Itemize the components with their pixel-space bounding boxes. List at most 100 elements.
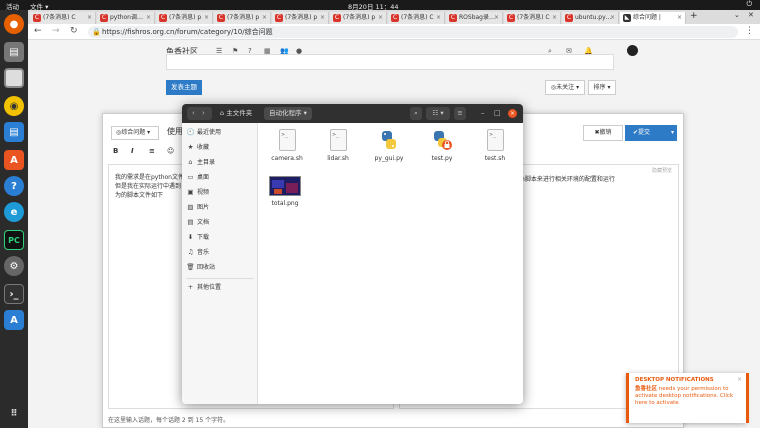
sidebar-item-downloads[interactable]: ⬇ 下载 — [186, 231, 209, 243]
file-item[interactable]: >_ lidar.sh — [313, 129, 363, 162]
close-tab-icon[interactable]: × — [436, 12, 441, 24]
app-window-icon[interactable] — [4, 68, 24, 88]
sidebar-item-other-locations[interactable]: + 其他位置 — [186, 281, 221, 293]
edge-icon[interactable]: e — [4, 202, 24, 222]
software-icon[interactable]: A — [4, 150, 24, 170]
lock-icon[interactable]: 🔒 — [92, 26, 101, 38]
power-icon[interactable]: ⏻ — [746, 0, 752, 9]
browser-tab[interactable]: Cpython调… × — [97, 12, 155, 24]
terminal-icon[interactable]: ›_ — [4, 284, 24, 304]
notification-title: DESKTOP NOTIFICATIONS — [635, 377, 714, 383]
window-close-icon[interactable]: ✕ — [748, 11, 754, 19]
address-bar[interactable]: 🔒 https://fishros.org.cn/forum/category/… — [88, 26, 738, 38]
help-icon[interactable]: ? — [4, 176, 24, 196]
sidebar-item-desktop[interactable]: ▭ 桌面 — [186, 171, 209, 183]
close-tab-icon[interactable]: × — [378, 12, 383, 24]
new-topic-button[interactable]: 发表主题 — [166, 80, 202, 95]
minimize-icon[interactable]: – — [481, 109, 485, 117]
file-item[interactable]: >_ test.sh — [470, 129, 520, 162]
category-selector[interactable]: ◎综合问题 ▾ — [111, 126, 159, 140]
discard-button[interactable]: ✖撤销 — [583, 125, 623, 141]
close-tab-icon[interactable]: × — [87, 12, 92, 24]
file-item[interactable]: test.py — [417, 129, 467, 162]
watch-button[interactable]: ◎未关注 ▾ — [545, 80, 585, 95]
text-editor-icon[interactable]: A — [4, 310, 24, 330]
close-icon[interactable]: × — [737, 376, 742, 383]
sort-button[interactable]: 排序 ▾ — [588, 80, 616, 95]
dock: ● ▤ ◉ ▤ A ? e PC ⚙ ›_ A ⠿ — [0, 10, 28, 428]
maximize-icon[interactable]: □ — [494, 109, 501, 117]
hide-preview-link[interactable]: 隐藏预览 — [652, 167, 672, 174]
browser-tab[interactable]: C (7条消息) p × — [214, 12, 271, 24]
browser-tab[interactable]: C (7条消息) C × — [388, 12, 445, 24]
python-file-icon — [378, 129, 400, 151]
files-icon[interactable]: ▤ — [4, 42, 24, 62]
path-home-button[interactable]: ⌂ 主文件夹 — [215, 107, 257, 120]
close-tab-icon[interactable]: × — [262, 12, 267, 24]
browser-menu-icon[interactable]: ⋮ — [745, 26, 754, 36]
close-tab-icon[interactable]: × — [320, 12, 325, 24]
sidebar-item-recent[interactable]: 🕘 最近使用 — [186, 126, 221, 138]
file-item[interactable]: total.png — [260, 176, 310, 207]
sidebar-item-starred[interactable]: ★ 收藏 — [186, 141, 209, 153]
close-tab-icon[interactable]: × — [677, 12, 682, 24]
file-name: camera.sh — [271, 155, 303, 162]
view-toggle-icon[interactable]: ☷ ▾ — [426, 107, 450, 120]
close-tab-icon[interactable]: × — [610, 12, 615, 24]
close-tab-icon[interactable]: × — [146, 12, 151, 24]
tab-list-chevron-icon[interactable]: ⌄ — [734, 11, 740, 19]
sidebar-item-home[interactable]: ⌂ 主目录 — [186, 156, 215, 168]
forward-chevron-icon[interactable]: › — [202, 107, 205, 120]
path-current-button[interactable]: 自动化程序 ▾ — [264, 107, 312, 120]
pycharm-icon[interactable]: PC — [4, 230, 24, 250]
close-icon[interactable]: × — [508, 109, 517, 118]
browser-tab[interactable]: C (7条消息) p × — [272, 12, 329, 24]
python-file-icon — [431, 129, 453, 151]
user-avatar[interactable] — [627, 45, 638, 56]
close-tab-icon[interactable]: × — [494, 12, 499, 24]
file-item[interactable]: py_gui.py — [364, 129, 414, 162]
submit-dropdown-icon[interactable]: ▾ — [671, 125, 674, 141]
file-item[interactable]: >_ camera.sh — [262, 129, 312, 162]
submit-button[interactable]: ✔提交 ▾ — [625, 125, 677, 141]
close-tab-icon[interactable]: × — [204, 12, 209, 24]
browser-tab[interactable]: Cubuntu.py… × — [562, 12, 619, 24]
sidebar-item-pictures[interactable]: ▨ 图片 — [186, 201, 209, 213]
document-icon: ▤ — [187, 218, 194, 226]
bold-button[interactable]: B — [113, 147, 118, 155]
topic-title-input[interactable]: 使用 — [167, 126, 183, 137]
browser-tab[interactable]: C ROSbag录… × — [446, 12, 503, 24]
preview-text: .sh脚本来进行相关环境的配置和运行 — [516, 176, 615, 183]
csdn-favicon: C — [391, 14, 399, 22]
close-tab-icon[interactable]: × — [552, 12, 557, 24]
firefox-icon[interactable]: ● — [4, 14, 24, 34]
back-icon[interactable]: ← — [34, 26, 42, 36]
places-sidebar: 🕘 最近使用 ★ 收藏 ⌂ 主目录 ▭ 桌面 ▣ 视频 ▨ 图片 ▤ 文档 ⬇ 下载 ♫ 音乐 🗑… — [182, 123, 258, 404]
sidebar-item-trash[interactable]: 🗑 回收站 — [186, 261, 215, 273]
browser-tab-active[interactable]: ◣ 综合问题 | × — [620, 12, 686, 24]
path-menu-chevron-icon: ▾ — [301, 109, 307, 117]
browser-tab[interactable]: C (7条消息) p × — [330, 12, 387, 24]
browser-tab[interactable]: C (7条消息) p × — [156, 12, 213, 24]
list-button[interactable]: ≡ — [149, 147, 155, 155]
reload-icon[interactable]: ↻ — [70, 26, 78, 36]
writer-icon[interactable]: ▤ — [4, 122, 24, 142]
settings-icon[interactable]: ⚙ — [4, 256, 24, 276]
browser-tab[interactable]: C (7条消息) C × — [504, 12, 561, 24]
browser-tab[interactable]: C (7条消息) C × — [30, 12, 96, 24]
back-chevron-icon[interactable]: ‹ — [192, 107, 195, 120]
sidebar-item-videos[interactable]: ▣ 视频 — [186, 186, 209, 198]
desktop-notification[interactable]: × DESKTOP NOTIFICATIONS 鱼香社区 needs your … — [626, 373, 746, 423]
menu-icon[interactable]: ≡ — [454, 107, 466, 120]
italic-button[interactable]: I — [131, 147, 134, 155]
sidebar-item-music[interactable]: ♫ 音乐 — [186, 246, 209, 258]
rhythmbox-icon[interactable]: ◉ — [4, 96, 24, 116]
new-tab-button[interactable]: + — [690, 11, 698, 21]
show-apps-icon[interactable]: ⠿ — [4, 404, 24, 424]
sidebar-item-documents[interactable]: ▤ 文档 — [186, 216, 209, 228]
trash-icon: 🗑 — [186, 263, 195, 271]
emoji-button[interactable]: ☺ — [167, 147, 174, 155]
plus-icon: + — [187, 283, 194, 291]
search-icon[interactable]: ⌕ — [410, 107, 422, 120]
forward-icon[interactable]: → — [52, 26, 60, 36]
